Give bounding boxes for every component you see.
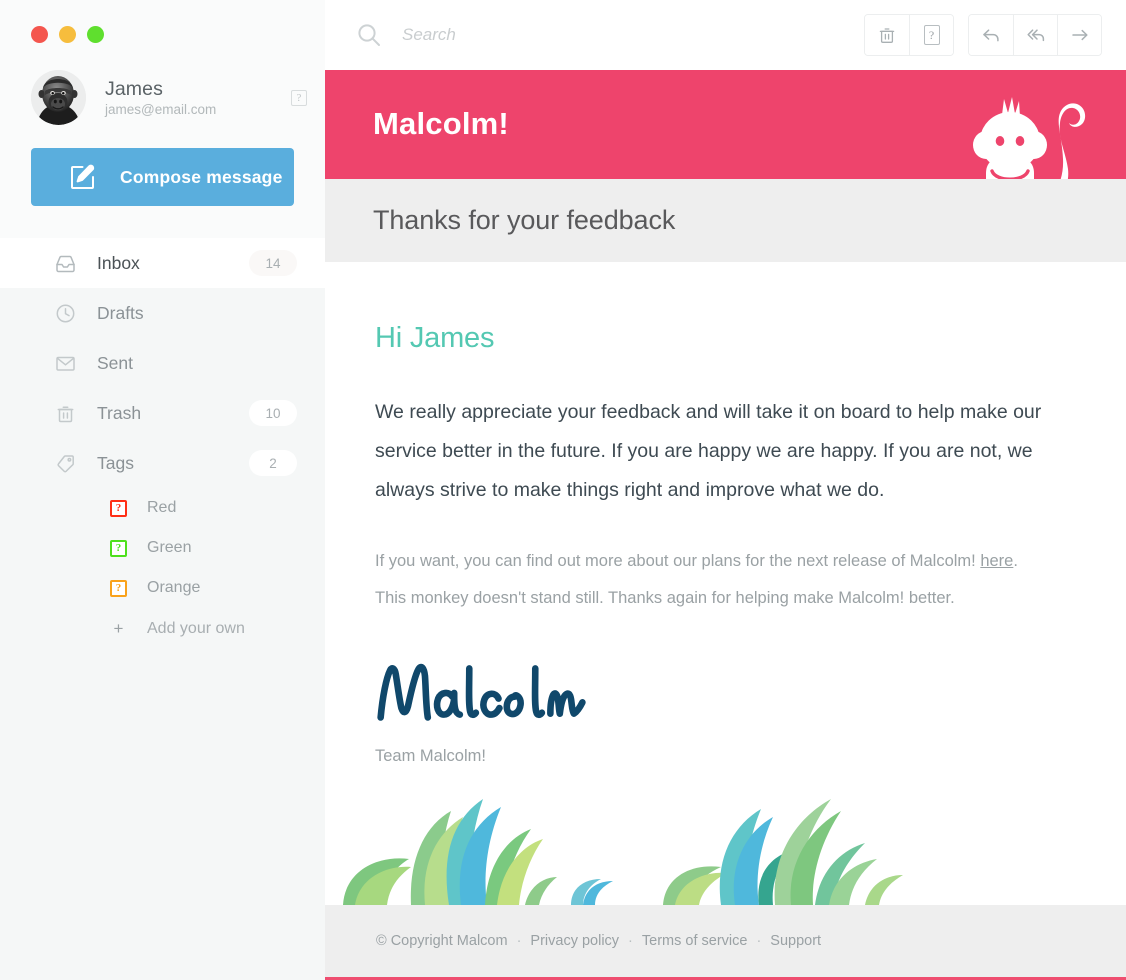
tag-icon <box>55 453 76 474</box>
footer-separator: · <box>628 933 633 949</box>
missing-glyph-icon: ? <box>923 25 940 45</box>
delete-button[interactable] <box>865 15 909 55</box>
email-footer: © Copyright Malcom · Privacy policy · Te… <box>325 905 1126 977</box>
monkey-mascot-icon <box>930 87 1090 179</box>
trash-badge: 10 <box>249 400 297 426</box>
search-input[interactable] <box>402 25 702 45</box>
team-signoff: Team Malcolm! <box>375 747 486 765</box>
jungle-leaves-illustration <box>325 785 1126 905</box>
sidebar-item-sent[interactable]: Sent <box>0 338 325 388</box>
add-tag-label: Add your own <box>147 620 245 637</box>
sidebar-item-label: Drafts <box>97 302 144 323</box>
sidebar-item-inbox[interactable]: Inbox 14 <box>0 238 325 288</box>
email-paragraph-sub: If you want, you can find out more about… <box>375 543 1075 580</box>
window-minimize-button[interactable] <box>59 26 76 43</box>
forward-button[interactable] <box>1057 15 1101 55</box>
tag-label: Green <box>147 539 192 556</box>
reply-actions-group <box>968 14 1102 56</box>
window-controls <box>31 26 104 43</box>
missing-glyph-icon: ? <box>110 579 127 597</box>
clock-icon <box>55 303 76 324</box>
trash-icon <box>55 403 76 424</box>
email-banner: Malcolm! <box>325 70 1126 179</box>
sidebar-item-label: Trash <box>97 402 142 423</box>
footer-separator: · <box>516 933 522 949</box>
avatar <box>31 70 86 125</box>
search-area <box>356 22 850 48</box>
malcolm-signature <box>375 659 1078 725</box>
sidebar-header: James james@email.com ? Compose message <box>0 0 325 238</box>
tag-label: Orange <box>147 579 201 596</box>
missing-glyph-icon: ? <box>110 539 127 557</box>
email-content: Malcolm! Thanks for your feedback Hi Jam… <box>325 70 1126 980</box>
account-email: james@email.com <box>105 101 217 117</box>
sidebar: James james@email.com ? Compose message <box>0 0 325 980</box>
sidebar-item-label: Sent <box>97 352 133 373</box>
compose-button-label: Compose message <box>120 166 283 187</box>
tags-badge: 2 <box>249 450 297 476</box>
support-link[interactable]: Support <box>770 933 821 949</box>
copyright-text: © Copyright Malcom <box>376 933 508 949</box>
email-paragraph-sub-prefix: If you want, you can find out more about… <box>375 552 981 570</box>
account-name: James <box>105 77 163 100</box>
missing-button[interactable]: ? <box>909 15 953 55</box>
search-icon <box>356 22 382 48</box>
email-client-window: James james@email.com ? Compose message <box>0 0 1126 980</box>
tag-item-green[interactable]: ? Green <box>0 528 325 568</box>
email-body: Hi James We really appreciate your feedb… <box>325 262 1126 766</box>
plus-icon: + <box>113 619 124 638</box>
email-subject-bar: Thanks for your feedback <box>325 179 1126 262</box>
window-maximize-button[interactable] <box>87 26 104 43</box>
brand-title: Malcolm! <box>373 106 509 141</box>
main-panel: ? <box>325 0 1126 980</box>
email-greeting: Hi James <box>375 322 495 354</box>
sidebar-item-trash[interactable]: Trash 10 <box>0 388 325 438</box>
reply-button[interactable] <box>969 15 1013 55</box>
privacy-policy-link[interactable]: Privacy policy <box>530 933 619 949</box>
terms-of-service-link[interactable]: Terms of service <box>642 933 748 949</box>
email-paragraph-sub-2: This monkey doesn't stand still. Thanks … <box>375 589 955 607</box>
reply-all-button[interactable] <box>1013 15 1057 55</box>
sidebar-item-label: Inbox <box>97 252 140 273</box>
message-actions-group: ? <box>864 14 954 56</box>
compose-pencil-icon <box>69 164 96 191</box>
tag-item-red[interactable]: ? Red <box>0 488 325 528</box>
tag-label: Red <box>147 499 177 516</box>
account-text: James james@email.com <box>105 78 216 118</box>
missing-glyph-icon: ? <box>110 499 127 517</box>
sidebar-item-tags[interactable]: Tags 2 <box>0 438 325 488</box>
inbox-badge: 14 <box>249 250 297 276</box>
compose-message-button[interactable]: Compose message <box>31 148 294 206</box>
window-close-button[interactable] <box>31 26 48 43</box>
add-tag-button[interactable]: + Add your own <box>0 608 325 650</box>
here-link[interactable]: here <box>980 552 1013 570</box>
sidebar-nav: Inbox 14 Drafts Sent Trash 10 Tags 2 ? R… <box>0 238 325 650</box>
account-row[interactable]: James james@email.com ? <box>31 70 307 125</box>
sidebar-item-drafts[interactable]: Drafts <box>0 288 325 338</box>
inbox-icon <box>55 253 76 274</box>
missing-glyph-icon[interactable]: ? <box>291 89 307 106</box>
toolbar: ? <box>325 0 1126 70</box>
email-paragraph-main: We really appreciate your feedback and w… <box>375 401 1042 501</box>
sidebar-item-label: Tags <box>97 452 134 473</box>
envelope-icon <box>55 353 76 374</box>
footer-separator: · <box>756 933 762 949</box>
email-subject: Thanks for your feedback <box>373 205 676 235</box>
footer-links: © Copyright Malcom · Privacy policy · Te… <box>376 933 821 949</box>
email-paragraph-sub-suffix: . <box>1013 552 1018 570</box>
tag-item-orange[interactable]: ? Orange <box>0 568 325 608</box>
